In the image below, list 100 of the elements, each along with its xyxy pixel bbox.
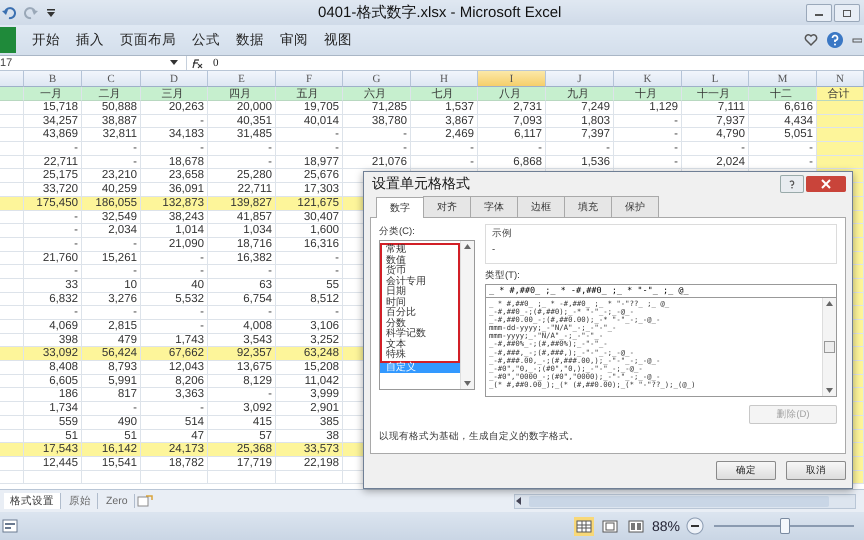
ribbon-tab[interactable]: 公式 xyxy=(184,31,228,49)
table-cell: 21,076 xyxy=(343,156,411,170)
table-cell: 15,261 xyxy=(82,252,141,266)
help-icon[interactable] xyxy=(787,179,797,189)
sheet-tab[interactable]: 格式设置 xyxy=(4,493,61,509)
ribbon-tab[interactable]: 视图 xyxy=(316,31,360,49)
dropdown-icon[interactable] xyxy=(170,60,178,66)
undo-icon[interactable] xyxy=(2,6,16,20)
table-cell xyxy=(0,402,24,416)
column-header[interactable]: F xyxy=(276,71,343,87)
table-cell: 6,868 xyxy=(478,156,546,170)
normal-view-icon[interactable] xyxy=(574,516,594,536)
type-field[interactable]: _ * #,##0_ ;_ * -#,##0_ ;_ * "-"_ ;_ @_ xyxy=(485,284,837,298)
table-cell xyxy=(141,470,208,484)
cancel-button[interactable]: 取消 xyxy=(786,461,846,480)
restore-button[interactable] xyxy=(834,4,860,22)
table-cell: 4,069 xyxy=(24,320,82,334)
table-cell: 21,760 xyxy=(24,252,82,266)
table-cell xyxy=(817,156,864,170)
ribbon-tab[interactable]: 插入 xyxy=(68,31,112,49)
table-cell: 2,034 xyxy=(82,224,141,238)
help-icon[interactable] xyxy=(826,31,844,49)
column-header[interactable]: I xyxy=(478,71,546,87)
table-cell: 25,280 xyxy=(208,169,276,184)
column-header[interactable]: L xyxy=(682,71,749,87)
table-cell: - xyxy=(82,306,141,320)
minimize-button[interactable] xyxy=(806,4,832,22)
column-header[interactable]: C xyxy=(82,71,141,87)
table-cell xyxy=(0,101,24,115)
scroll-up-icon[interactable] xyxy=(464,244,471,249)
formula-input[interactable]: 0 xyxy=(207,57,218,69)
zoom-level[interactable]: 88% xyxy=(652,518,680,534)
table-cell: 1,734 xyxy=(24,402,82,416)
column-header[interactable]: H xyxy=(411,71,478,87)
table-cell: 38,887 xyxy=(82,114,141,128)
fx-icon[interactable] xyxy=(190,58,204,68)
dialog-tab[interactable]: 边框 xyxy=(517,196,565,217)
table-cell: 559 xyxy=(24,416,82,430)
table-cell: 56,424 xyxy=(82,347,141,362)
ok-button[interactable]: 确定 xyxy=(716,461,776,480)
dialog-tab[interactable]: 字体 xyxy=(470,196,518,217)
column-header[interactable]: M xyxy=(749,71,817,87)
customize-icon[interactable] xyxy=(46,8,56,18)
table-cell xyxy=(0,374,24,388)
table-cell xyxy=(817,128,864,142)
column-header[interactable]: K xyxy=(614,71,682,87)
help-button[interactable] xyxy=(780,175,804,193)
record-macro-icon[interactable] xyxy=(2,519,18,533)
close-icon[interactable] xyxy=(821,179,831,189)
ribbon-tab[interactable]: 数据 xyxy=(228,31,272,49)
table-cell: 33 xyxy=(24,278,82,293)
scroll-down-icon[interactable] xyxy=(464,381,471,386)
category-label: 分类(C): xyxy=(379,225,416,238)
table-cell: - xyxy=(614,128,682,142)
column-header[interactable]: B xyxy=(24,71,82,87)
table-cell xyxy=(0,252,24,266)
column-header[interactable]: N xyxy=(817,71,864,87)
horizontal-scrollbar[interactable] xyxy=(514,494,856,508)
dialog-tab[interactable]: 数字 xyxy=(376,197,424,218)
restore-icon[interactable] xyxy=(842,8,852,18)
month-header: 二月 xyxy=(82,87,141,101)
vertical-scrollbar[interactable] xyxy=(822,298,836,396)
ribbon-tab[interactable]: 开始 xyxy=(24,31,68,49)
description-text: 以现有格式为基础，生成自定义的数字格式。 xyxy=(379,430,580,443)
table-cell: 33,092 xyxy=(24,347,82,362)
name-box[interactable]: 17 xyxy=(0,56,187,70)
category-list[interactable]: 常规 数值 货币 会计专用 日期 时间 百分比 分数 科学记数 文本 特殊 自定义 xyxy=(379,240,475,390)
table-cell: 18,716 xyxy=(208,238,276,252)
table-cell xyxy=(817,142,864,156)
column-header[interactable]: E xyxy=(208,71,276,87)
column-header[interactable]: G xyxy=(343,71,411,87)
table-cell: - xyxy=(141,265,208,279)
column-header[interactable]: D xyxy=(141,71,208,87)
table-cell: 7,093 xyxy=(478,114,546,128)
table-cell: 6,754 xyxy=(208,292,276,306)
dialog-tab[interactable]: 对齐 xyxy=(423,196,471,217)
vertical-scrollbar[interactable] xyxy=(460,241,474,389)
heart-icon[interactable] xyxy=(804,33,818,47)
ribbon-tab[interactable]: 审阅 xyxy=(272,31,316,49)
table-cell: 1,536 xyxy=(546,156,614,170)
table-cell: 22,198 xyxy=(276,456,343,471)
scroll-left-icon[interactable] xyxy=(515,496,523,506)
dialog-tab[interactable]: 填充 xyxy=(564,196,612,217)
sheet-tab[interactable]: Zero xyxy=(100,494,135,508)
close-button[interactable] xyxy=(806,176,846,192)
scroll-thumb[interactable] xyxy=(529,496,829,506)
table-cell: 21,090 xyxy=(141,238,208,252)
table-cell: 5,991 xyxy=(82,374,141,388)
format-list[interactable] xyxy=(485,298,837,397)
zoom-out-icon[interactable] xyxy=(686,517,704,535)
dialog-tab[interactable]: 保护 xyxy=(611,196,659,217)
table-cell: 13,675 xyxy=(208,361,276,375)
column-header[interactable]: J xyxy=(546,71,614,87)
table-cell: 55 xyxy=(276,278,343,293)
insert-sheet-icon[interactable] xyxy=(136,495,153,507)
ribbon-tab[interactable]: 页面布局 xyxy=(112,31,184,49)
scroll-thumb[interactable] xyxy=(824,341,835,353)
sheet-tab[interactable]: 原始 xyxy=(63,493,98,509)
slider-thumb[interactable] xyxy=(780,518,790,534)
table-cell xyxy=(0,224,24,238)
